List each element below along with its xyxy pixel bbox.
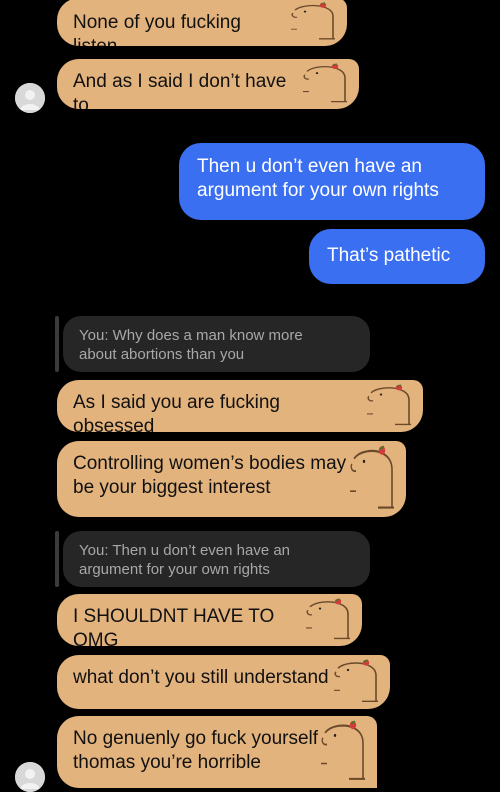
outgoing-message[interactable]: That’s pathetic: [309, 229, 485, 284]
reply-indicator: [55, 316, 59, 372]
message-text: be your biggest interest: [73, 477, 271, 498]
capybara-sticker-icon: [304, 598, 356, 642]
incoming-message[interactable]: I SHOULDNT HAVE TO OMG: [57, 594, 362, 646]
reply-preview[interactable]: You: Why does a man know more about abor…: [55, 316, 375, 372]
capybara-sticker-icon: [289, 2, 341, 42]
reply-text: about abortions than you: [79, 346, 245, 363]
capybara-sticker-icon: [332, 659, 384, 705]
incoming-message[interactable]: what don’t you still understand: [57, 655, 390, 709]
message-text: And as I said I don’t have to: [73, 71, 287, 109]
reply-indicator: [55, 531, 59, 587]
message-text: As I said you are fucking obsessed: [73, 392, 280, 432]
capybara-sticker-icon: [365, 384, 417, 428]
message-text: Controlling women’s bodies may: [73, 453, 347, 474]
message-text: argument for your own rights: [197, 180, 439, 201]
outgoing-message[interactable]: Then u don’t even have an argument for y…: [179, 143, 485, 220]
capybara-sticker-icon: [348, 445, 400, 513]
reply-preview[interactable]: You: Then u don’t even have an argument …: [55, 531, 375, 587]
default-user-avatar-icon: [15, 83, 45, 113]
capybara-sticker-icon: [301, 63, 353, 105]
reply-text: You: Then u don’t even have an: [79, 542, 291, 559]
message-text: I SHOULDNT HAVE TO OMG: [73, 606, 275, 646]
avatar[interactable]: [15, 83, 45, 113]
message-text: thomas you’re horrible: [73, 752, 261, 773]
reply-text: You: Why does a man know more: [79, 327, 303, 344]
incoming-message[interactable]: No genuenly go fuck yourself thomas you’…: [57, 716, 377, 788]
incoming-message[interactable]: And as I said I don’t have to: [57, 59, 359, 109]
incoming-message[interactable]: Controlling women’s bodies may be your b…: [57, 441, 406, 517]
message-text: None of you fucking listen: [73, 12, 241, 46]
capybara-sticker-icon: [319, 720, 371, 784]
incoming-message[interactable]: As I said you are fucking obsessed: [57, 380, 423, 432]
reply-text: argument for your own rights: [79, 561, 270, 578]
message-text: That’s pathetic: [327, 245, 451, 266]
message-text: what don’t you still understand: [73, 667, 329, 688]
message-text: Then u don’t even have an: [197, 156, 423, 177]
message-text: No genuenly go fuck yourself: [73, 728, 319, 749]
incoming-message[interactable]: None of you fucking listen: [57, 0, 347, 46]
